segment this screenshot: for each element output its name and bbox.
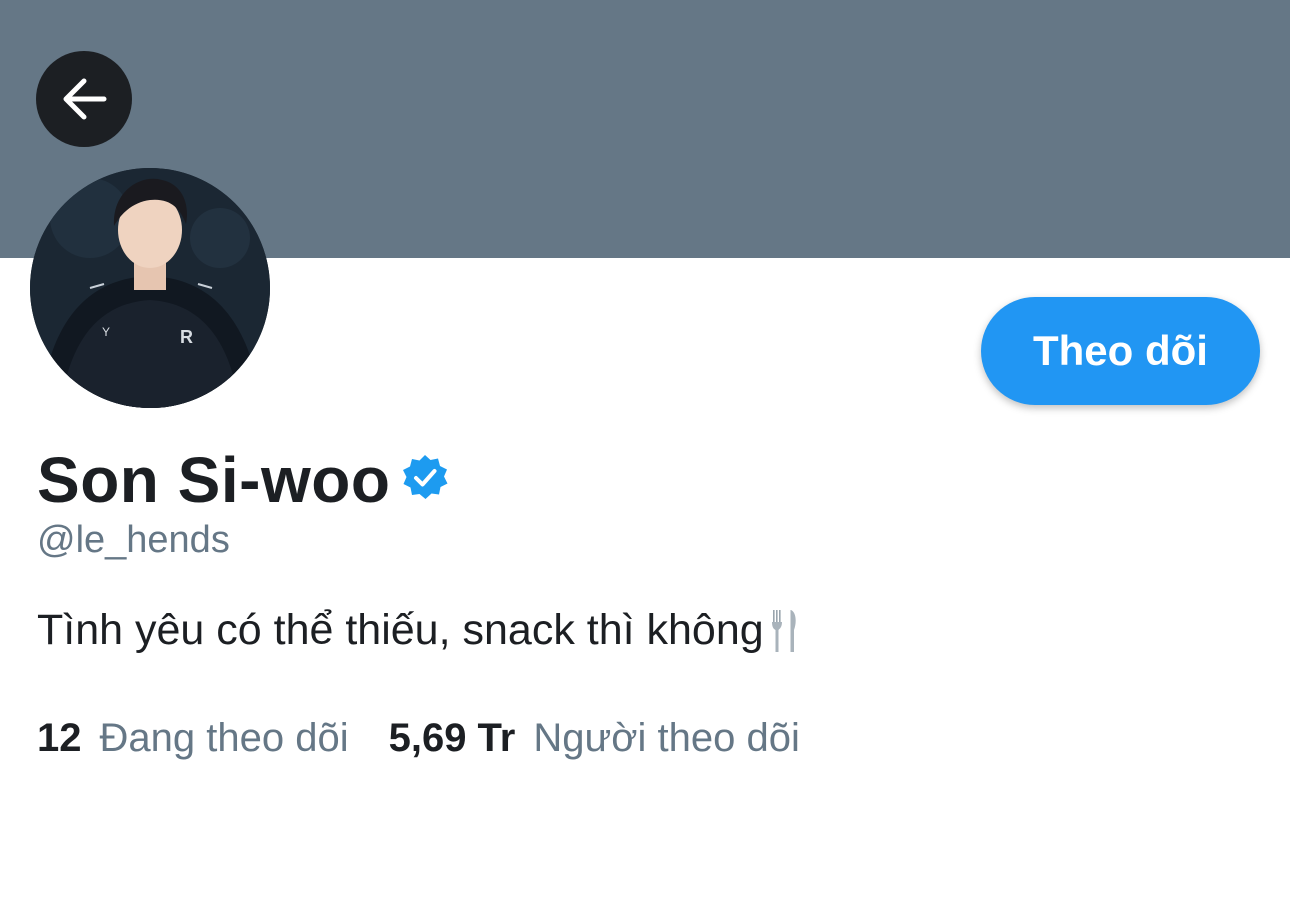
followers-count: 5,69 Tr — [388, 716, 516, 760]
profile-stats: 12 Đang theo dõi 5,69 Tr Người theo dõi — [37, 716, 800, 761]
profile-handle: @le_hends — [37, 519, 230, 561]
avatar[interactable]: R Y — [30, 168, 270, 408]
avatar-image: R Y — [30, 168, 270, 408]
follow-button[interactable]: Theo dõi — [981, 297, 1260, 405]
arrow-left-icon — [63, 78, 107, 120]
followers-stat[interactable]: 5,69 Tr Người theo dõi — [389, 716, 800, 761]
back-button[interactable] — [36, 51, 132, 147]
following-stat[interactable]: 12 Đang theo dõi — [37, 716, 349, 761]
following-label: Đang theo dõi — [99, 716, 349, 760]
svg-text:R: R — [180, 327, 193, 347]
svg-text:Y: Y — [102, 325, 110, 339]
name-row: Son Si-woo — [37, 440, 450, 520]
verified-badge-icon — [403, 455, 448, 499]
profile-bio: Tình yêu có thể thiếu, snack thì không — [37, 606, 798, 655]
display-name: Son Si-woo — [37, 444, 391, 516]
followers-label: Người theo dõi — [533, 716, 800, 760]
fork-and-knife-icon — [771, 609, 796, 652]
bio-text: Tình yêu có thể thiếu, snack thì không — [37, 606, 764, 654]
following-count: 12 — [37, 716, 82, 760]
